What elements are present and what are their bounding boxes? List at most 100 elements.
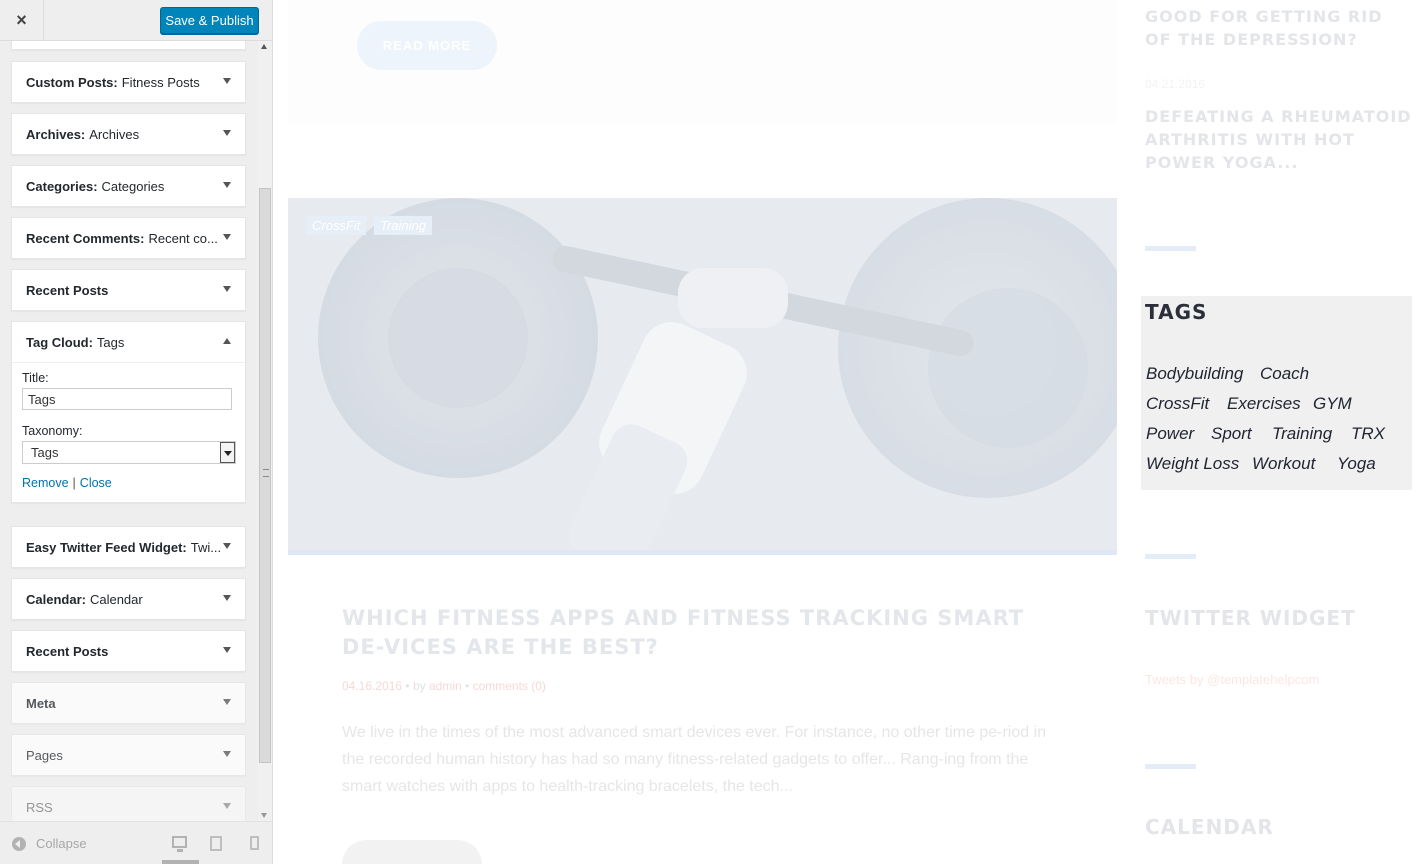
tag-link[interactable]: CrossFit xyxy=(1146,394,1209,414)
widget-header[interactable]: Tag Cloud: Tags xyxy=(12,322,245,362)
post-card-previous: READ MORE xyxy=(288,0,1117,124)
collapse-button[interactable]: Collapse xyxy=(12,836,87,851)
post-excerpt: We live in the times of the most advance… xyxy=(342,724,1047,795)
tablet-preview-icon[interactable] xyxy=(210,836,222,851)
close-icon: × xyxy=(16,10,27,30)
widget-header[interactable]: Meta xyxy=(12,683,245,723)
widget-title: Meta xyxy=(26,695,56,711)
widget-header[interactable]: Calendar: Calendar xyxy=(12,579,245,619)
caret-down-icon[interactable] xyxy=(223,234,231,240)
post-featured-image[interactable]: CrossFit Training xyxy=(288,198,1117,550)
caret-down-icon[interactable] xyxy=(223,543,231,549)
close-customizer-button[interactable]: × xyxy=(0,0,44,41)
tag-link[interactable]: Sport xyxy=(1211,424,1252,444)
widget-header[interactable]: Easy Twitter Feed Widget: Twi... xyxy=(12,527,245,567)
widget-header[interactable]: Recent Posts xyxy=(12,631,245,671)
hero-tag-chip[interactable]: Training xyxy=(374,216,433,235)
customizer-header: × Save & Publish xyxy=(0,0,272,41)
caret-down-icon[interactable] xyxy=(223,78,231,84)
post-comments-link[interactable]: comments (0) xyxy=(473,679,546,693)
widget-subtitle: Twi... xyxy=(190,539,222,555)
widget-partial-top[interactable] xyxy=(11,41,246,50)
widget-header[interactable]: Archives: Archives xyxy=(12,114,245,154)
customizer-footer: Collapse xyxy=(0,821,272,864)
widget-recent-posts-2[interactable]: Recent Posts xyxy=(11,630,246,672)
title-label: Title: xyxy=(22,371,49,385)
tag-link[interactable]: Bodybuilding xyxy=(1146,364,1243,384)
widget-title: Recent Posts xyxy=(26,643,109,659)
widget-title: Tag Cloud: xyxy=(26,334,93,350)
widget-calendar[interactable]: Calendar: Calendar xyxy=(11,578,246,620)
caret-down-icon[interactable] xyxy=(223,130,231,136)
widget-header[interactable]: Recent Comments: Recent co... xyxy=(12,218,245,258)
remove-link[interactable]: Remove xyxy=(22,476,69,490)
widget-tag-cloud[interactable]: Tag Cloud: Tags Title: Taxonomy: Tags Re… xyxy=(11,321,246,503)
taxonomy-select[interactable]: Tags xyxy=(22,441,236,464)
desktop-preview-icon[interactable] xyxy=(172,836,187,852)
read-more-button-2[interactable] xyxy=(342,840,482,864)
widget-header[interactable]: Custom Posts: Fitness Posts xyxy=(12,62,245,102)
hero-tag-chip[interactable]: CrossFit xyxy=(306,216,367,235)
widget-header[interactable]: Pages xyxy=(12,735,245,775)
section-divider xyxy=(1145,554,1196,559)
widget-subtitle: Calendar xyxy=(89,591,143,607)
scroll-down-icon[interactable] xyxy=(261,813,267,818)
barbell-photo xyxy=(288,198,1117,550)
grip-icon xyxy=(263,469,269,477)
widget-subtitle: Fitness Posts xyxy=(121,74,200,90)
caret-down-icon[interactable] xyxy=(223,699,231,705)
separator: | xyxy=(72,476,76,490)
save-publish-button[interactable]: Save & Publish xyxy=(160,7,259,34)
sidebar-post-title[interactable]: DEFEATING A RHEUMATOID ARTHRITIS WITH HO… xyxy=(1145,105,1415,174)
sidebar-scrollbar[interactable] xyxy=(258,41,272,821)
caret-down-icon[interactable] xyxy=(223,751,231,757)
widget-header[interactable]: Recent Posts xyxy=(12,270,245,310)
tag-cloud-widget: TAGS Bodybuilding Coach CrossFit Exercis… xyxy=(1141,296,1412,490)
post-title[interactable]: WHICH FITNESS APPS AND FITNESS TRACKING … xyxy=(342,604,1062,662)
collapse-arrow-icon xyxy=(12,836,26,851)
widget-header[interactable]: Categories: Categories xyxy=(12,166,245,206)
tag-link[interactable]: Yoga xyxy=(1337,454,1376,474)
caret-down-icon[interactable] xyxy=(223,595,231,601)
caret-down-icon[interactable] xyxy=(223,803,231,809)
widget-header[interactable]: RSS xyxy=(12,787,245,821)
widget-archives[interactable]: Archives: Archives xyxy=(11,113,246,155)
widget-actions: Remove | Close xyxy=(22,476,235,490)
widget-title: RSS xyxy=(26,799,53,815)
meta-by: by xyxy=(412,679,426,693)
widget-categories[interactable]: Categories: Categories xyxy=(11,165,246,207)
customizer-sidebar: × Save & Publish Custom Posts: Fitness P… xyxy=(0,0,273,864)
widget-custom-posts[interactable]: Custom Posts: Fitness Posts xyxy=(11,61,246,103)
widget-recent-comments[interactable]: Recent Comments: Recent co... xyxy=(11,217,246,259)
tag-link[interactable]: TRX xyxy=(1351,424,1385,444)
widget-recent-posts[interactable]: Recent Posts xyxy=(11,269,246,311)
widget-easy-twitter-feed[interactable]: Easy Twitter Feed Widget: Twi... xyxy=(11,526,246,568)
tag-link[interactable]: Coach xyxy=(1260,364,1309,384)
read-more-button[interactable]: READ MORE xyxy=(357,21,497,70)
tag-link[interactable]: Exercises xyxy=(1227,394,1301,414)
title-input[interactable] xyxy=(22,388,232,410)
post-author-link[interactable]: admin xyxy=(429,679,462,693)
caret-down-icon[interactable] xyxy=(223,286,231,292)
widget-meta[interactable]: Meta xyxy=(11,682,246,724)
tag-link[interactable]: Workout xyxy=(1252,454,1315,474)
dropdown-arrow-icon[interactable] xyxy=(220,442,235,463)
scroll-up-icon[interactable] xyxy=(261,44,267,49)
widget-pages[interactable]: Pages xyxy=(11,734,246,776)
widget-subtitle: Categories xyxy=(101,178,165,194)
caret-down-icon[interactable] xyxy=(223,647,231,653)
tag-link[interactable]: Power xyxy=(1146,424,1194,444)
tag-link[interactable]: GYM xyxy=(1313,394,1352,414)
mobile-preview-icon[interactable] xyxy=(250,836,259,850)
widget-rss[interactable]: RSS xyxy=(11,786,246,821)
tag-link[interactable]: Training xyxy=(1272,424,1332,444)
scrollbar-thumb[interactable] xyxy=(259,188,271,763)
close-link[interactable]: Close xyxy=(80,476,112,490)
twitter-feed-link[interactable]: Tweets by @templatehelpcom xyxy=(1145,672,1319,687)
tag-link[interactable]: Weight Loss xyxy=(1146,454,1239,474)
sidebar-post-date: 04.21.2016 xyxy=(1145,77,1206,91)
twitter-widget-heading: TWITTER WIDGET xyxy=(1145,606,1356,630)
caret-down-icon[interactable] xyxy=(223,182,231,188)
caret-up-icon[interactable] xyxy=(223,338,231,344)
sidebar-post-title[interactable]: GOOD FOR GETTING RID OF THE DEPRESSION? xyxy=(1145,5,1415,51)
